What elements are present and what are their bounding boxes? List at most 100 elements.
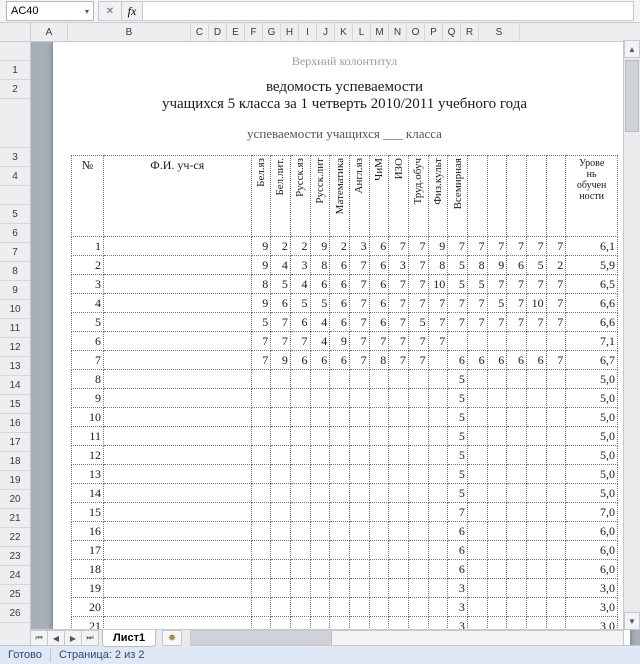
cell-grade[interactable] bbox=[349, 503, 369, 522]
cell-grade[interactable]: 8 bbox=[310, 256, 330, 275]
cell-grade[interactable] bbox=[330, 579, 350, 598]
cell-grade[interactable]: 7 bbox=[251, 351, 271, 370]
cell-grade[interactable]: 3 bbox=[290, 256, 310, 275]
cell-grade[interactable] bbox=[428, 370, 448, 389]
cell-grade[interactable] bbox=[290, 427, 310, 446]
cell-name[interactable] bbox=[103, 446, 251, 465]
cell-grade[interactable] bbox=[330, 598, 350, 617]
cell-grade[interactable] bbox=[408, 446, 428, 465]
cell-grade[interactable] bbox=[487, 332, 507, 351]
tab-nav-first[interactable]: ⏮ bbox=[30, 630, 48, 646]
cell-grade[interactable] bbox=[526, 332, 546, 351]
cell-name[interactable] bbox=[103, 541, 251, 560]
cell-level[interactable]: 6,7 bbox=[566, 351, 618, 370]
cell-grade[interactable] bbox=[310, 522, 330, 541]
cell-grade[interactable] bbox=[546, 332, 566, 351]
cell-grade[interactable]: 5 bbox=[448, 465, 468, 484]
cell-grade[interactable] bbox=[290, 446, 310, 465]
cell-grade[interactable] bbox=[290, 579, 310, 598]
cell-grade[interactable] bbox=[310, 446, 330, 465]
cell-grade[interactable] bbox=[526, 389, 546, 408]
cell-grade[interactable]: 7 bbox=[507, 237, 527, 256]
cell-grade[interactable] bbox=[487, 541, 507, 560]
row-header[interactable]: 17 bbox=[0, 433, 30, 452]
cell-grade[interactable] bbox=[428, 560, 448, 579]
cell-grade[interactable] bbox=[487, 484, 507, 503]
cell-grade[interactable]: 5 bbox=[487, 294, 507, 313]
cell-level[interactable]: 5,0 bbox=[566, 389, 618, 408]
cell-name[interactable] bbox=[103, 332, 251, 351]
tab-nav-prev[interactable]: ◀ bbox=[47, 630, 65, 646]
cell-grade[interactable] bbox=[428, 522, 448, 541]
cell-grade[interactable] bbox=[408, 408, 428, 427]
cell-grade[interactable]: 2 bbox=[290, 237, 310, 256]
cell-grade[interactable] bbox=[271, 389, 291, 408]
cell-grade[interactable] bbox=[526, 484, 546, 503]
column-header[interactable]: R bbox=[461, 23, 479, 41]
cell-grade[interactable] bbox=[389, 579, 409, 598]
cell-level[interactable]: 6,5 bbox=[566, 275, 618, 294]
cell-grade[interactable] bbox=[408, 389, 428, 408]
cell-grade[interactable] bbox=[389, 503, 409, 522]
cell-grade[interactable] bbox=[546, 408, 566, 427]
cell-grade[interactable] bbox=[487, 446, 507, 465]
cell-grade[interactable] bbox=[330, 389, 350, 408]
cell-grade[interactable] bbox=[467, 465, 487, 484]
column-header[interactable]: C bbox=[191, 23, 209, 41]
formula-input[interactable] bbox=[142, 1, 634, 21]
cell-grade[interactable]: 6 bbox=[467, 351, 487, 370]
cell-grade[interactable]: 5 bbox=[290, 294, 310, 313]
cell-grade[interactable] bbox=[369, 446, 389, 465]
column-header[interactable]: A bbox=[31, 23, 68, 41]
cell-name[interactable] bbox=[103, 256, 251, 275]
cell-grade[interactable]: 10 bbox=[428, 275, 448, 294]
cell-grade[interactable] bbox=[369, 389, 389, 408]
cell-grade[interactable]: 7 bbox=[251, 332, 271, 351]
cell-grade[interactable] bbox=[546, 560, 566, 579]
cell-no[interactable]: 16 bbox=[72, 522, 104, 541]
cell-name[interactable] bbox=[103, 275, 251, 294]
cell-grade[interactable]: 9 bbox=[310, 237, 330, 256]
cell-grade[interactable] bbox=[330, 484, 350, 503]
cell-grade[interactable]: 5 bbox=[448, 446, 468, 465]
cell-grade[interactable] bbox=[251, 408, 271, 427]
cell-grade[interactable] bbox=[330, 427, 350, 446]
cell-grade[interactable] bbox=[330, 522, 350, 541]
cell-grade[interactable] bbox=[369, 427, 389, 446]
cell-grade[interactable] bbox=[428, 446, 448, 465]
row-header[interactable] bbox=[0, 186, 30, 205]
cell-grade[interactable]: 9 bbox=[251, 294, 271, 313]
cell-name[interactable] bbox=[103, 598, 251, 617]
cell-grade[interactable] bbox=[271, 579, 291, 598]
cell-grade[interactable] bbox=[408, 427, 428, 446]
column-header[interactable]: S bbox=[479, 23, 520, 41]
cell-grade[interactable]: 3 bbox=[448, 579, 468, 598]
cell-grade[interactable] bbox=[290, 484, 310, 503]
cell-grade[interactable]: 7 bbox=[546, 313, 566, 332]
cell-grade[interactable] bbox=[349, 389, 369, 408]
cell-no[interactable]: 2 bbox=[72, 256, 104, 275]
cell-name[interactable] bbox=[103, 484, 251, 503]
cell-grade[interactable]: 5 bbox=[310, 294, 330, 313]
cell-name[interactable] bbox=[103, 465, 251, 484]
cell-grade[interactable] bbox=[487, 579, 507, 598]
column-header[interactable]: M bbox=[371, 23, 389, 41]
cell-grade[interactable]: 6 bbox=[330, 275, 350, 294]
cell-name[interactable] bbox=[103, 408, 251, 427]
cell-grade[interactable]: 6 bbox=[330, 351, 350, 370]
cell-grade[interactable] bbox=[467, 560, 487, 579]
cell-grade[interactable] bbox=[290, 503, 310, 522]
row-header[interactable]: 23 bbox=[0, 547, 30, 566]
cell-level[interactable]: 5,0 bbox=[566, 484, 618, 503]
scroll-up-button[interactable]: ▲ bbox=[624, 40, 640, 58]
cell-grade[interactable] bbox=[428, 503, 448, 522]
cell-no[interactable]: 1 bbox=[72, 237, 104, 256]
cell-grade[interactable] bbox=[369, 408, 389, 427]
cell-grade[interactable] bbox=[507, 503, 527, 522]
cell-grade[interactable]: 7 bbox=[467, 313, 487, 332]
cell-grade[interactable] bbox=[251, 389, 271, 408]
cell-grade[interactable] bbox=[428, 389, 448, 408]
column-header[interactable]: P bbox=[425, 23, 443, 41]
cell-grade[interactable] bbox=[310, 408, 330, 427]
cell-grade[interactable]: 6 bbox=[507, 351, 527, 370]
